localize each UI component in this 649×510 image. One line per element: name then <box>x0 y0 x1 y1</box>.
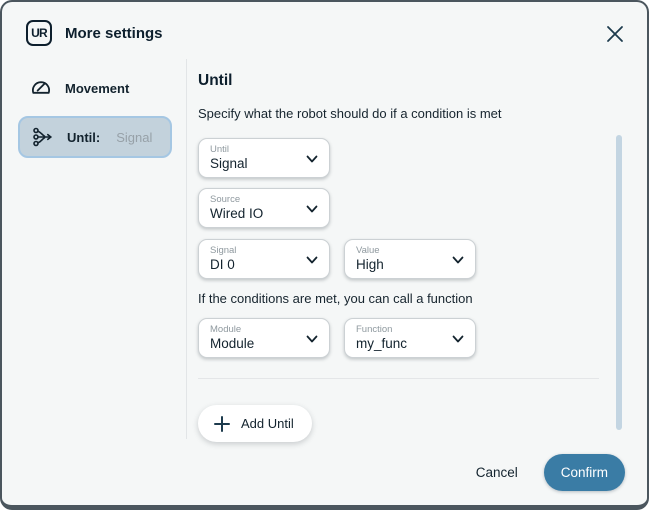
page-title: Until <box>198 72 599 90</box>
module-select[interactable]: Module Module <box>198 318 330 358</box>
module-select-label: Module <box>210 324 299 335</box>
function-select-value: my_func <box>356 335 445 352</box>
chevron-down-icon <box>450 252 466 268</box>
close-button[interactable] <box>603 22 627 46</box>
until-select-value: Signal <box>210 155 299 172</box>
source-select-value: Wired IO <box>210 205 299 222</box>
main-panel: Until Specify what the robot should do i… <box>187 59 647 439</box>
chevron-down-icon <box>304 201 320 217</box>
signal-select[interactable]: Signal DI 0 <box>198 239 330 279</box>
close-icon <box>603 22 627 46</box>
page-subtitle: Specify what the robot should do if a co… <box>198 106 599 121</box>
sidebar-item-until-signal[interactable]: Until: Signal <box>18 116 172 158</box>
until-select-label: Until <box>210 144 299 155</box>
signal-merge-icon <box>31 125 55 149</box>
sidebar-item-sublabel: Signal <box>116 130 152 145</box>
value-select-label: Value <box>356 245 445 256</box>
sidebar-item-movement[interactable]: Movement <box>18 67 172 109</box>
confirm-button[interactable]: Confirm <box>544 454 625 491</box>
sidebar: Movement Until: Signal <box>2 59 187 439</box>
vertical-scrollbar[interactable] <box>616 135 622 430</box>
add-until-label: Add Until <box>241 416 294 431</box>
value-select[interactable]: Value High <box>344 239 476 279</box>
module-select-value: Module <box>210 335 299 352</box>
gauge-icon <box>29 76 53 100</box>
source-select[interactable]: Source Wired IO <box>198 188 330 228</box>
chevron-down-icon <box>304 331 320 347</box>
function-select[interactable]: Function my_func <box>344 318 476 358</box>
section-divider <box>198 378 599 379</box>
function-select-label: Function <box>356 324 445 335</box>
add-until-button[interactable]: Add Until <box>198 405 312 442</box>
source-select-label: Source <box>210 194 299 205</box>
sidebar-item-label: Until: <box>67 130 100 145</box>
signal-select-value: DI 0 <box>210 256 299 273</box>
until-select[interactable]: Until Signal <box>198 138 330 178</box>
ur-logo-icon: UR <box>26 20 52 46</box>
value-select-value: High <box>356 256 445 273</box>
chevron-down-icon <box>450 331 466 347</box>
signal-select-label: Signal <box>210 245 299 256</box>
dialog-body: Movement Until: Signal <box>2 59 647 439</box>
dialog-header: UR More settings <box>2 2 647 59</box>
more-settings-dialog: UR More settings Movement <box>0 0 649 510</box>
chevron-down-icon <box>304 151 320 167</box>
plus-icon <box>213 415 231 433</box>
function-hint-text: If the conditions are met, you can call … <box>198 291 599 306</box>
chevron-down-icon <box>304 252 320 268</box>
sidebar-item-label: Movement <box>65 81 129 96</box>
dialog-footer: Cancel Confirm <box>474 454 625 491</box>
dialog-title: More settings <box>65 25 163 42</box>
cancel-button[interactable]: Cancel <box>474 461 520 484</box>
